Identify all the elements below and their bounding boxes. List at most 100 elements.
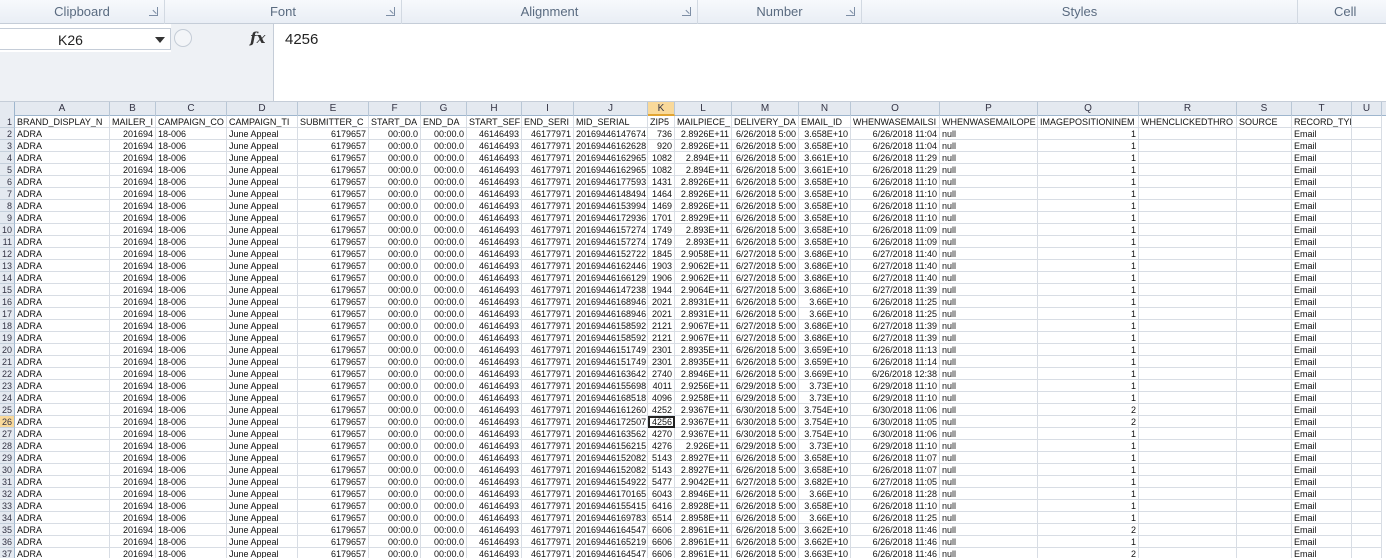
row-header[interactable]: 31 (0, 476, 15, 488)
cell[interactable]: 201694 (110, 296, 156, 308)
cell[interactable]: null (940, 512, 1038, 524)
cell[interactable]: 6179657 (298, 548, 369, 558)
cell[interactable]: 2.8926E+11 (675, 188, 732, 200)
cell[interactable]: 201694 (110, 260, 156, 272)
cell[interactable]: 00:00.0 (421, 404, 467, 416)
cell[interactable]: 46177971 (522, 236, 574, 248)
cell[interactable]: null (940, 236, 1038, 248)
cell[interactable]: 20169446165219 (574, 536, 648, 548)
cell[interactable] (1139, 140, 1237, 152)
column-header-u[interactable]: U (1352, 102, 1382, 116)
cell[interactable]: 201694 (110, 308, 156, 320)
cell[interactable]: 20169446153994 (574, 200, 648, 212)
cell[interactable]: 1 (1038, 464, 1139, 476)
cell[interactable]: 20169446162965 (574, 164, 648, 176)
row-header[interactable]: 15 (0, 284, 15, 296)
cell[interactable]: 00:00.0 (369, 440, 421, 452)
cell[interactable]: Email (1292, 296, 1352, 308)
cell[interactable]: Email (1292, 476, 1352, 488)
cell[interactable]: 1082 (648, 164, 675, 176)
cell[interactable]: 201694 (110, 272, 156, 284)
cell[interactable]: 2.893E+11 (675, 236, 732, 248)
cell[interactable] (1237, 128, 1292, 140)
cell[interactable]: 46177971 (522, 128, 574, 140)
cell[interactable]: 18-006 (156, 524, 227, 536)
cell[interactable]: 201694 (110, 536, 156, 548)
column-title-cell[interactable]: RECORD_TYPE (1292, 116, 1352, 128)
column-header-c[interactable]: C (156, 102, 227, 116)
cell[interactable]: 6/26/2018 11:07 (851, 464, 940, 476)
cell[interactable] (1352, 236, 1382, 248)
row-header[interactable]: 17 (0, 308, 15, 320)
cell[interactable]: 3.658E+10 (799, 140, 851, 152)
cell[interactable]: 18-006 (156, 536, 227, 548)
cell[interactable]: June Appeal (227, 164, 298, 176)
cell[interactable]: 46146493 (467, 368, 522, 380)
cell[interactable]: Email (1292, 536, 1352, 548)
cell[interactable]: 2.8958E+11 (675, 512, 732, 524)
cell[interactable]: Email (1292, 272, 1352, 284)
cell[interactable]: 20169446162446 (574, 260, 648, 272)
cell[interactable]: June Appeal (227, 296, 298, 308)
cell[interactable]: 6/26/2018 11:07 (851, 452, 940, 464)
cell[interactable]: 46177971 (522, 164, 574, 176)
cell[interactable]: 201694 (110, 128, 156, 140)
cell[interactable]: Email (1292, 284, 1352, 296)
cell[interactable]: 46177971 (522, 152, 574, 164)
cell[interactable]: null (940, 488, 1038, 500)
cell[interactable]: ADRA (15, 164, 110, 176)
cell[interactable]: 46177971 (522, 200, 574, 212)
cell[interactable]: June Appeal (227, 284, 298, 296)
cell[interactable]: 201694 (110, 368, 156, 380)
cell[interactable]: 6/26/2018 5:00 (732, 188, 799, 200)
cell[interactable]: 3.659E+10 (799, 344, 851, 356)
cell[interactable]: 3.658E+10 (799, 128, 851, 140)
cell[interactable]: 6/26/2018 11:10 (851, 200, 940, 212)
cell[interactable]: ADRA (15, 176, 110, 188)
cell[interactable]: 00:00.0 (369, 128, 421, 140)
cell[interactable] (1237, 356, 1292, 368)
cell[interactable]: 46177971 (522, 332, 574, 344)
cell[interactable]: ADRA (15, 356, 110, 368)
cell[interactable]: 46177971 (522, 452, 574, 464)
cell[interactable]: 1 (1038, 452, 1139, 464)
cell[interactable] (1237, 272, 1292, 284)
cell[interactable]: 6179657 (298, 164, 369, 176)
cell[interactable]: 00:00.0 (421, 416, 467, 428)
cell[interactable]: 6179657 (298, 536, 369, 548)
dialog-launcher-icon[interactable] (149, 7, 158, 16)
cell[interactable]: June Appeal (227, 176, 298, 188)
cell[interactable]: 1 (1038, 380, 1139, 392)
cell[interactable]: 46146493 (467, 464, 522, 476)
cell[interactable]: 3.66E+10 (799, 488, 851, 500)
cell[interactable]: 201694 (110, 512, 156, 524)
row-header[interactable]: 25 (0, 404, 15, 416)
cell[interactable]: null (940, 272, 1038, 284)
cell[interactable] (1139, 152, 1237, 164)
column-title-cell[interactable]: SUBMITTER_C (298, 116, 369, 128)
cell[interactable]: 46177971 (522, 224, 574, 236)
cell[interactable]: June Appeal (227, 140, 298, 152)
cell[interactable]: 2.8927E+11 (675, 452, 732, 464)
cell[interactable]: Email (1292, 404, 1352, 416)
cell[interactable] (1237, 452, 1292, 464)
column-header-a[interactable]: A (15, 102, 110, 116)
cell[interactable]: 00:00.0 (421, 176, 467, 188)
cell[interactable]: 46146493 (467, 308, 522, 320)
cell[interactable]: null (940, 176, 1038, 188)
cell[interactable]: 00:00.0 (421, 284, 467, 296)
cell[interactable]: 920 (648, 140, 675, 152)
cell[interactable]: 6179657 (298, 272, 369, 284)
row-header[interactable]: 6 (0, 176, 15, 188)
cell[interactable]: 00:00.0 (421, 452, 467, 464)
cell[interactable]: 201694 (110, 200, 156, 212)
cell[interactable]: 1944 (648, 284, 675, 296)
cell[interactable]: ADRA (15, 488, 110, 500)
row-header[interactable]: 27 (0, 428, 15, 440)
cell[interactable]: 46177971 (522, 464, 574, 476)
cell[interactable]: 6/26/2018 5:00 (732, 548, 799, 558)
cell[interactable]: 3.661E+10 (799, 164, 851, 176)
cell[interactable]: 6/27/2018 11:39 (851, 284, 940, 296)
cell[interactable]: 20169446162628 (574, 140, 648, 152)
cell[interactable]: ADRA (15, 476, 110, 488)
